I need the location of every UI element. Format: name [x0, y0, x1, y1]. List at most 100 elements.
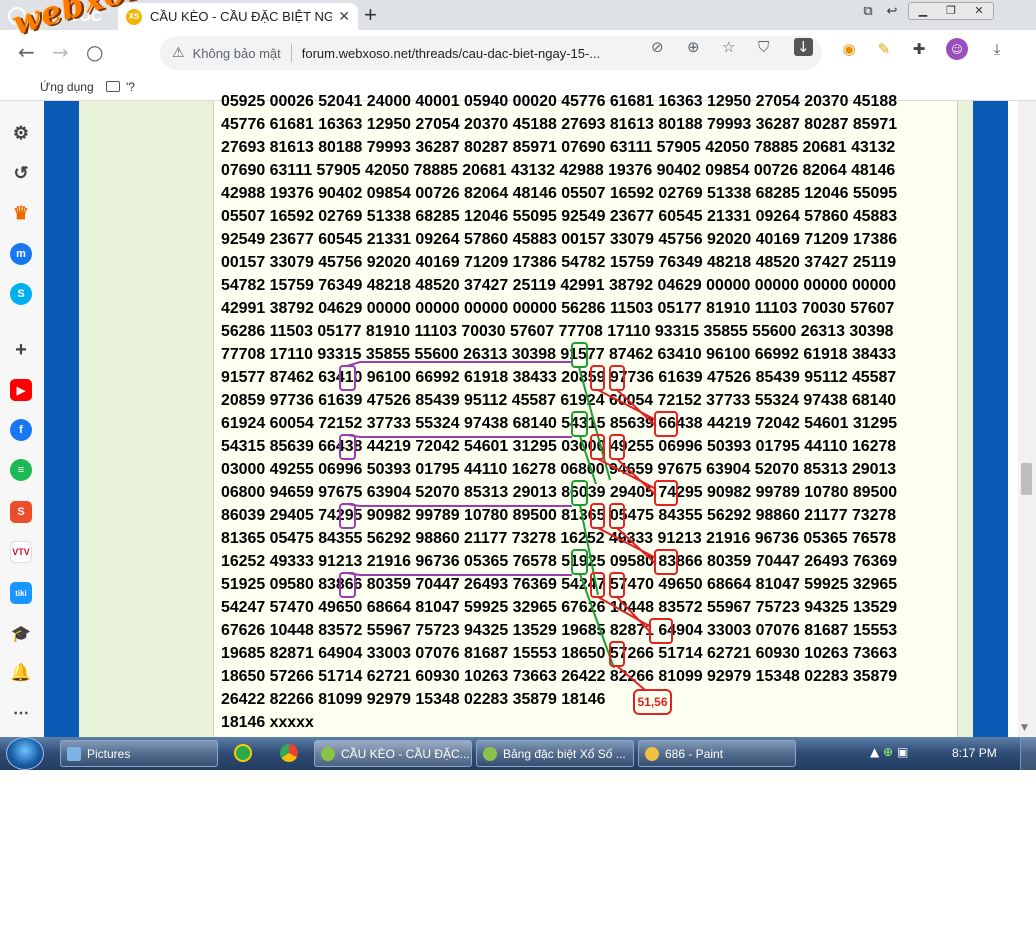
window-controls: ⧉ ↩ ▁ ❐ ✕: [856, 0, 994, 22]
notification-icon[interactable]: 🔔: [10, 662, 32, 684]
number-row: 91577 87462 63410 96100 66992 61918 3843…: [221, 369, 897, 386]
number-row: 06800 94659 97675 63904 52070 85313 2901…: [221, 484, 898, 501]
number-row: 67626 10448 83572 55967 75723 94325 1352…: [221, 622, 898, 639]
warning-icon: ⚠: [172, 45, 185, 61]
number-row: 51925 09580 83866 80359 70447 26493 7636…: [221, 576, 898, 593]
post-margin-right: [958, 101, 973, 737]
vtv-icon[interactable]: VTV: [10, 541, 32, 563]
number-table: 05925 00026 52041 24000 40001 05940 0002…: [221, 90, 961, 734]
maximize-button[interactable]: ❐: [937, 3, 965, 19]
shield-icon[interactable]: ⛉: [758, 38, 769, 56]
page-border-right: [973, 101, 1008, 737]
screen: CỐC CỐC XS CẦU KÈO - CẦU ĐẶC BIỆT NG ✕ +…: [0, 0, 1036, 952]
history-icon[interactable]: ↺: [10, 162, 32, 184]
messenger-icon[interactable]: m: [10, 243, 32, 265]
settings-icon[interactable]: ⚙: [10, 122, 32, 144]
toolbar: ← → ○ ⚠ Không bảo mật forum.webxoso.net/…: [0, 30, 1036, 75]
taskbar-item-pictures[interactable]: Pictures: [60, 740, 218, 767]
downloads-icon[interactable]: ⤓: [986, 38, 1008, 60]
coccoc-task-icon: [321, 746, 335, 761]
tab-active[interactable]: XS CẦU KÈO - CẦU ĐẶC BIỆT NG ✕: [118, 3, 358, 30]
screenshot-icon[interactable]: ⧉: [856, 4, 880, 19]
new-tab-button[interactable]: +: [364, 2, 377, 28]
taskbar-label: CẦU KÈO - CẦU ĐẶC...: [341, 746, 470, 761]
address-divider: [290, 44, 292, 62]
taskbar-label: Pictures: [87, 746, 131, 761]
youtube-icon[interactable]: ▶: [10, 379, 32, 401]
spotify-icon[interactable]: ≡: [10, 459, 32, 481]
pictures-icon: [67, 746, 81, 761]
forum-page: 05925 00026 52041 24000 40001 05940 0002…: [44, 93, 1018, 737]
number-row: 18650 57266 51714 62721 60930 10263 7366…: [221, 668, 898, 685]
tab-title: CẦU KÈO - CẦU ĐẶC BIỆT NG: [150, 9, 333, 24]
taskbar-item-paint[interactable]: 686 - Paint: [638, 740, 796, 767]
taskbar-item-coccoc[interactable]: CẦU KÈO - CẦU ĐẶC...: [314, 740, 472, 767]
number-row: 56286 11503 05177 81910 11103 70030 5760…: [221, 323, 894, 340]
result-label: 51,56: [633, 689, 672, 715]
number-row: 20859 97736 61639 47526 85439 95112 4558…: [221, 392, 897, 409]
number-row: 27693 81613 80188 79993 36287 80287 8597…: [221, 139, 896, 156]
profile-avatar[interactable]: ☺: [946, 38, 968, 60]
window-buttons: ▁ ❐ ✕: [908, 2, 994, 20]
show-desktop-button[interactable]: [1020, 737, 1036, 770]
page-scrollbar[interactable]: ▼: [1018, 101, 1036, 737]
taskbar-item-bang-dac-biet[interactable]: Bảng đặc biệt Xổ Số ...: [476, 740, 634, 767]
home-icon[interactable]: ○: [86, 40, 103, 64]
taskbar-label: Bảng đặc biệt Xổ Số ...: [503, 746, 626, 761]
clock[interactable]: 8:17 PM: [952, 746, 997, 760]
number-row: 61924 60054 72152 37733 55324 97438 6814…: [221, 415, 898, 432]
bookmark-item[interactable]: '?: [126, 80, 135, 94]
paint-icon: [645, 746, 659, 761]
tiki-icon[interactable]: tiki: [10, 582, 32, 604]
post-content: 05925 00026 52041 24000 40001 05940 0002…: [213, 93, 958, 737]
scrollbar-thumb[interactable]: [1021, 463, 1032, 495]
number-row: 77708 17110 93315 35855 55600 26313 3039…: [221, 346, 897, 363]
close-window-button[interactable]: ✕: [965, 3, 993, 19]
number-row: 42988 19376 90402 09854 00726 82064 4814…: [221, 185, 898, 202]
coccoc-extension-icon[interactable]: ◉: [838, 38, 860, 60]
extensions-icon[interactable]: ✚: [908, 38, 930, 60]
tab-close-icon[interactable]: ✕: [338, 8, 350, 25]
number-row: 16252 49333 91213 21916 96736 05365 7657…: [221, 553, 898, 570]
graduation-icon[interactable]: 🎓: [10, 623, 32, 645]
pen-icon[interactable]: ✎: [873, 38, 895, 60]
zoom-icon[interactable]: ⊕: [687, 38, 700, 56]
crown-icon[interactable]: ♛: [10, 202, 32, 224]
minimize-button[interactable]: ▁: [909, 3, 937, 19]
page-border-left: [44, 101, 79, 737]
number-row: 26422 82266 81099 92979 15348 02283 3587…: [221, 691, 606, 708]
number-row: 86039 29405 74295 90982 99789 10780 8950…: [221, 507, 897, 524]
taskbar: Pictures CẦU KÈO - CẦU ĐẶC... Bảng đặc b…: [0, 737, 1036, 770]
add-icon[interactable]: +: [10, 339, 32, 361]
system-tray[interactable]: ▲ ⊕ ▣: [870, 745, 908, 759]
number-row: 54247 57470 49650 68664 81047 59925 3296…: [221, 599, 898, 616]
number-row: 07690 63111 57905 42050 78885 20681 4313…: [221, 162, 896, 179]
chrome-icon[interactable]: [280, 744, 298, 762]
star-icon[interactable]: ☆: [722, 38, 735, 56]
skype-icon[interactable]: S: [10, 283, 32, 305]
more-icon[interactable]: ⋯: [10, 702, 32, 724]
tray-app-icon[interactable]: ⊕: [883, 745, 893, 759]
number-row: 54782 15759 76349 48218 48520 37427 2511…: [221, 277, 897, 294]
coccoc-task-icon: [483, 746, 497, 761]
shopee-icon[interactable]: S: [10, 501, 32, 523]
number-row: 05507 16592 02769 51338 68285 12046 5509…: [221, 208, 898, 225]
folder-icon[interactable]: [106, 81, 120, 92]
tab-bar: CỐC CỐC XS CẦU KÈO - CẦU ĐẶC BIỆT NG ✕ +…: [0, 0, 1036, 30]
download-page-icon[interactable]: ↓: [794, 38, 813, 56]
scroll-down-icon[interactable]: ▼: [1021, 723, 1028, 733]
number-row: 19685 82871 64904 33003 07076 81687 1555…: [221, 645, 898, 662]
number-row: 42991 38792 04629 00000 00000 00000 0000…: [221, 300, 895, 317]
facebook-icon[interactable]: f: [10, 419, 32, 441]
apps-bookmark[interactable]: Ứng dụng: [40, 80, 94, 94]
forward-icon[interactable]: →: [52, 40, 69, 64]
app-green-icon[interactable]: [234, 744, 252, 762]
number-row: 92549 23677 60545 21331 09264 57860 4588…: [221, 231, 898, 248]
start-button[interactable]: [6, 737, 44, 770]
url-text: forum.webxoso.net/threads/cau-dac-biet-n…: [301, 45, 601, 61]
back-icon[interactable]: ←: [18, 40, 35, 64]
network-icon[interactable]: ▣: [897, 745, 908, 759]
back-arrow-icon[interactable]: ↩: [880, 4, 904, 19]
taskbar-label: 686 - Paint: [665, 746, 724, 761]
popup-blocked-icon[interactable]: ⊘: [651, 38, 664, 56]
